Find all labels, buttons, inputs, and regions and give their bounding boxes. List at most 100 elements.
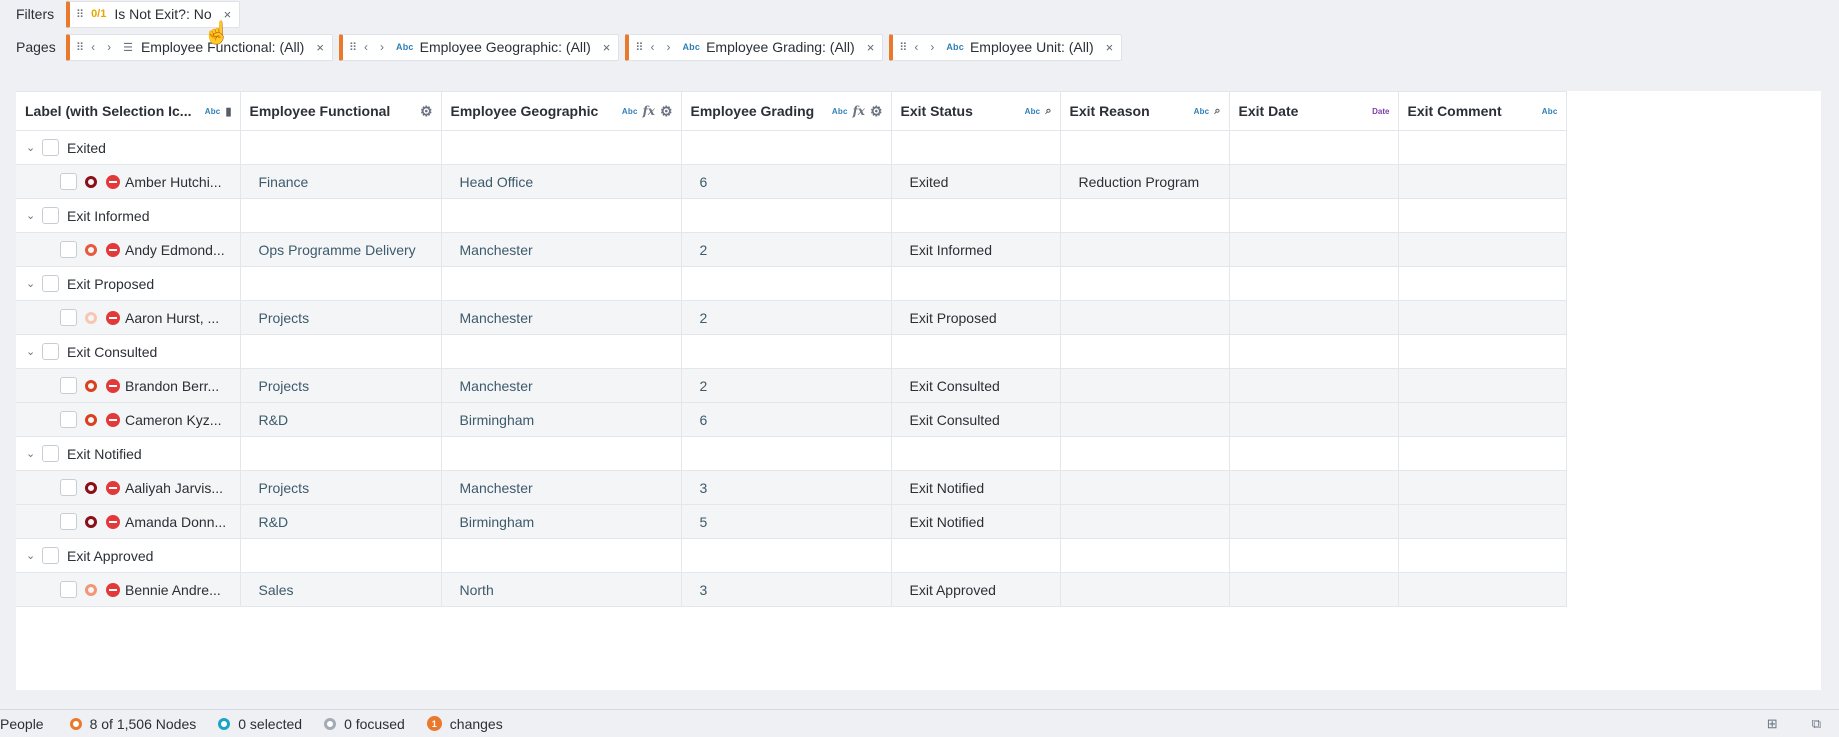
gear-icon[interactable]: ⚙	[870, 103, 883, 120]
table-row[interactable]: Brandon Berr... Projects Manchester 2 Exit C…	[16, 368, 1567, 403]
empty-cell[interactable]	[1398, 436, 1567, 471]
page-chip-employee-geographic[interactable]: ⠿ ‹ › Abc Employee Geographic: (All) ×	[338, 33, 620, 61]
cell-employee-geographic[interactable]: Manchester	[441, 368, 682, 403]
page-chip-employee-unit[interactable]: ⠿ ‹ › Abc Employee Unit: (All) ×	[889, 33, 1123, 61]
lookup-icon[interactable]: ⌕	[1045, 105, 1051, 118]
row-checkbox[interactable]	[60, 377, 77, 394]
cell-employee-geographic[interactable]: Manchester	[441, 232, 682, 267]
cell-exit-reason[interactable]	[1060, 300, 1230, 335]
group-row[interactable]: ⌄ Exit Informed	[16, 198, 1567, 233]
empty-cell[interactable]	[891, 266, 1061, 301]
chevron-down-icon[interactable]: ⌄	[26, 345, 42, 358]
empty-cell[interactable]	[240, 436, 442, 471]
cell-exit-comment[interactable]	[1398, 504, 1567, 539]
close-icon[interactable]: ×	[1106, 40, 1114, 55]
status-selected[interactable]: 0 selected	[218, 716, 302, 732]
empty-cell[interactable]	[441, 436, 682, 471]
group-row[interactable]: ⌄ Exit Notified	[16, 436, 1567, 471]
gear-icon[interactable]: ⚙	[660, 103, 673, 120]
row-checkbox[interactable]	[42, 139, 59, 156]
empty-cell[interactable]	[1398, 538, 1567, 573]
group-label-cell[interactable]: ⌄ Exit Approved	[16, 538, 241, 573]
empty-cell[interactable]	[1229, 266, 1399, 301]
empty-cell[interactable]	[891, 436, 1061, 471]
empty-cell[interactable]	[1229, 130, 1399, 165]
group-row[interactable]: ⌄ Exit Proposed	[16, 266, 1567, 301]
empty-cell[interactable]	[891, 130, 1061, 165]
close-icon[interactable]: ×	[867, 40, 875, 55]
label-cell[interactable]: Amanda Donn...	[16, 504, 241, 539]
empty-cell[interactable]	[441, 198, 682, 233]
cell-employee-grading[interactable]: 6	[681, 402, 892, 437]
cell-employee-geographic[interactable]: Manchester	[441, 300, 682, 335]
empty-cell[interactable]	[681, 198, 892, 233]
group-row[interactable]: ⌄ Exit Consulted	[16, 334, 1567, 369]
empty-cell[interactable]	[681, 266, 892, 301]
empty-cell[interactable]	[681, 334, 892, 369]
cell-employee-functional[interactable]: R&D	[240, 402, 442, 437]
empty-cell[interactable]	[1229, 334, 1399, 369]
page-chip-employee-functional[interactable]: ⠿ ‹ › ☰ Employee Functional: (All) ×	[66, 33, 333, 61]
cell-employee-functional[interactable]: R&D	[240, 504, 442, 539]
lookup-icon[interactable]: ⌕	[1214, 105, 1220, 118]
cell-employee-geographic[interactable]: Birmingham	[441, 504, 682, 539]
empty-cell[interactable]	[1398, 334, 1567, 369]
cell-employee-grading[interactable]: 5	[681, 504, 892, 539]
cell-exit-date[interactable]	[1229, 232, 1399, 267]
label-cell[interactable]: Aaron Hurst, ...	[16, 300, 241, 335]
group-label-cell[interactable]: ⌄ Exit Informed	[16, 198, 241, 233]
chevron-down-icon[interactable]: ⌄	[26, 209, 42, 222]
cell-exit-status[interactable]: Exit Consulted	[891, 402, 1061, 437]
cell-exit-reason[interactable]	[1060, 470, 1230, 505]
label-cell[interactable]: Aaliyah Jarvis...	[16, 470, 241, 505]
cell-exit-comment[interactable]	[1398, 572, 1567, 607]
column-header-employee-functional[interactable]: Employee Functional ⚙	[240, 91, 442, 131]
cell-employee-geographic[interactable]: Birmingham	[441, 402, 682, 437]
chevron-left-icon[interactable]: ‹	[650, 40, 654, 54]
row-checkbox[interactable]	[60, 581, 77, 598]
chevron-down-icon[interactable]: ⌄	[26, 549, 42, 562]
table-row[interactable]: Amanda Donn... R&D Birmingham 5 Exit Notifie…	[16, 504, 1567, 539]
cell-employee-grading[interactable]: 6	[681, 164, 892, 199]
empty-cell[interactable]	[441, 130, 682, 165]
table-row[interactable]: Bennie Andre... Sales North 3 Exit Approved	[16, 572, 1567, 607]
group-label-cell[interactable]: ⌄ Exit Proposed	[16, 266, 241, 301]
table-row[interactable]: Cameron Kyz... R&D Birmingham 6 Exit Consult…	[16, 402, 1567, 437]
cell-employee-functional[interactable]: Projects	[240, 470, 442, 505]
column-header-exit-reason[interactable]: Exit Reason Abc ⌕	[1060, 91, 1230, 131]
group-row[interactable]: ⌄ Exited	[16, 130, 1567, 165]
empty-cell[interactable]	[891, 538, 1061, 573]
column-header-exit-comment[interactable]: Exit Comment Abc	[1398, 91, 1567, 131]
column-header-exit-status[interactable]: Exit Status Abc ⌕	[891, 91, 1061, 131]
cell-exit-reason[interactable]	[1060, 572, 1230, 607]
cell-exit-date[interactable]	[1229, 164, 1399, 199]
chevron-down-icon[interactable]: ⌄	[26, 141, 42, 154]
cell-exit-status[interactable]: Exit Approved	[891, 572, 1061, 607]
cell-employee-grading[interactable]: 3	[681, 470, 892, 505]
status-nodes[interactable]: 8 of 1,506 Nodes	[69, 716, 196, 732]
cell-exit-status[interactable]: Exit Consulted	[891, 368, 1061, 403]
bookmark-icon[interactable]: ▮	[225, 105, 231, 118]
empty-cell[interactable]	[1060, 538, 1230, 573]
empty-cell[interactable]	[1060, 198, 1230, 233]
chevron-left-icon[interactable]: ‹	[364, 40, 368, 54]
status-focused[interactable]: 0 focused	[324, 716, 405, 732]
empty-cell[interactable]	[1229, 198, 1399, 233]
cell-employee-geographic[interactable]: North	[441, 572, 682, 607]
close-icon[interactable]: ×	[316, 40, 324, 55]
empty-cell[interactable]	[681, 538, 892, 573]
column-header-employee-geographic[interactable]: Employee Geographic Abc fx ⚙	[441, 91, 682, 131]
cell-exit-status[interactable]: Exit Notified	[891, 504, 1061, 539]
chevron-right-icon[interactable]: ›	[107, 40, 111, 54]
gear-icon[interactable]: ⚙	[420, 103, 433, 120]
cell-exit-reason[interactable]: Reduction Program	[1060, 164, 1230, 199]
cell-exit-comment[interactable]	[1398, 470, 1567, 505]
cell-employee-grading[interactable]: 2	[681, 232, 892, 267]
empty-cell[interactable]	[441, 538, 682, 573]
page-chip-employee-grading[interactable]: ⠿ ‹ › Abc Employee Grading: (All) ×	[625, 33, 884, 61]
chevron-left-icon[interactable]: ‹	[91, 40, 95, 54]
empty-cell[interactable]	[240, 198, 442, 233]
cell-exit-date[interactable]	[1229, 572, 1399, 607]
cell-exit-comment[interactable]	[1398, 164, 1567, 199]
add-view-icon[interactable]: ⊞	[1767, 716, 1778, 732]
